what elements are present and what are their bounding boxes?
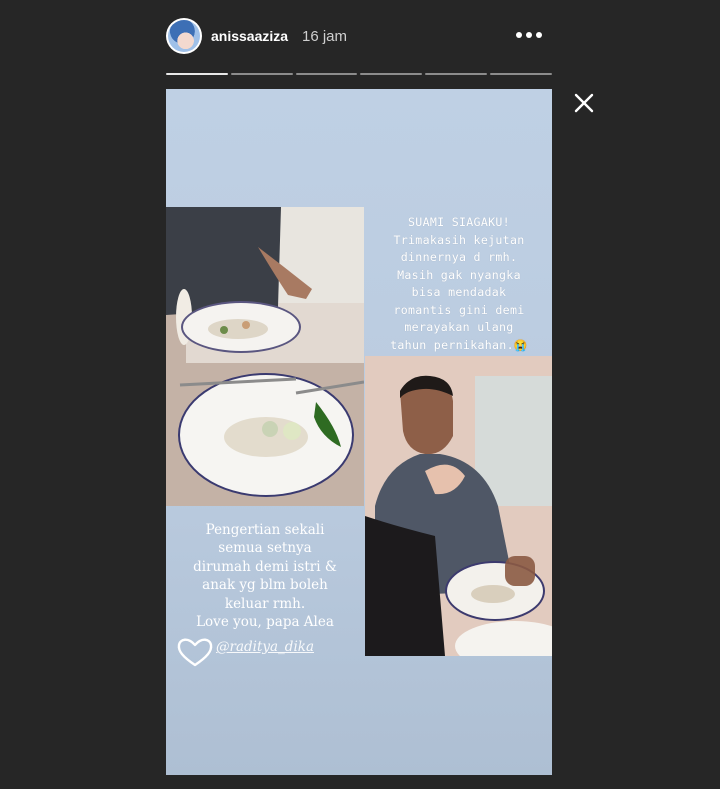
story-caption-top: SUAMI SIAGAKU! Trimakasih kejutan dinner… [366,214,552,354]
caption-line: keluar rmh. [224,595,306,612]
caption-line: semua setnya [218,540,312,557]
avatar-image [168,20,200,52]
dinner-plates-photo [166,207,364,506]
story-caption-bottom: Pengertian sekali semua setnya dirumah d… [166,521,364,631]
caption-line: Trimakasih kejutan [393,232,525,247]
caption-line: tahun pernikahan. [390,337,514,352]
caption-line: Pengertian sekali [205,522,325,538]
caption-line: romantis gini demi [393,302,525,317]
husband-dinner-photo [365,356,552,656]
more-horizontal-icon[interactable] [516,32,542,40]
progress-segment [230,73,293,75]
heart-outline-icon [177,638,213,667]
progress-segment [425,73,488,75]
mention-tag[interactable]: @raditya_dika [216,639,314,655]
caption-line: bisa mendadak [411,285,507,299]
crying-emoji: 😭 [513,338,528,352]
caption-line: anak yg blm boleh [202,577,328,594]
caption-line: Love you, papa Alea [196,614,334,631]
progress-segment [166,73,228,75]
post-time: 16 jam [302,28,348,45]
caption-line: Masih gak nyangka [397,267,521,282]
caption-line: merayakan ulang [404,320,514,334]
caption-line: SUAMI SIAGAKU! [408,215,510,229]
progress-segment [295,73,358,75]
progress-segment [360,73,423,75]
story-header: anissaaziza 16 jam [166,18,552,58]
story-content[interactable]: SUAMI SIAGAKU! Trimakasih kejutan dinner… [166,89,552,775]
close-icon[interactable] [573,92,595,114]
progress-segment [490,73,552,75]
caption-line: dirumah demi istri & [193,558,337,575]
profile-avatar[interactable] [166,18,202,54]
caption-line: dinnernya d rmh. [400,250,518,264]
story-progress-bar [166,73,552,76]
username[interactable]: anissaaziza [211,28,288,44]
